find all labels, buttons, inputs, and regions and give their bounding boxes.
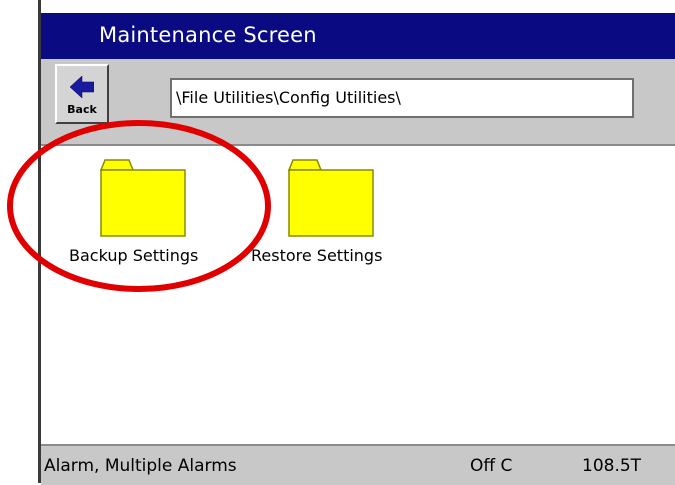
back-button-label: Back [67, 103, 97, 116]
status-value-text: 108.5T [582, 456, 642, 476]
back-button[interactable]: Back [55, 64, 109, 124]
folder-label: Backup Settings [69, 246, 199, 265]
title-bar: Maintenance Screen [41, 11, 675, 59]
folder-icon [287, 159, 374, 237]
status-mode-text: Off C [470, 456, 513, 476]
file-browser: Backup Settings Restore Settings [41, 146, 675, 444]
window-title: Maintenance Screen [99, 23, 317, 47]
status-bar: Alarm, Multiple Alarms Off C 108.5T [41, 444, 675, 485]
back-arrow-icon [70, 76, 94, 98]
toolbar: Back \File Utilities\Config Utilities\ [41, 59, 675, 146]
path-field[interactable]: \File Utilities\Config Utilities\ [170, 78, 634, 118]
status-alarm-text[interactable]: Alarm, Multiple Alarms [44, 456, 237, 476]
folder-label: Restore Settings [251, 246, 383, 265]
folder-icon [99, 159, 186, 237]
